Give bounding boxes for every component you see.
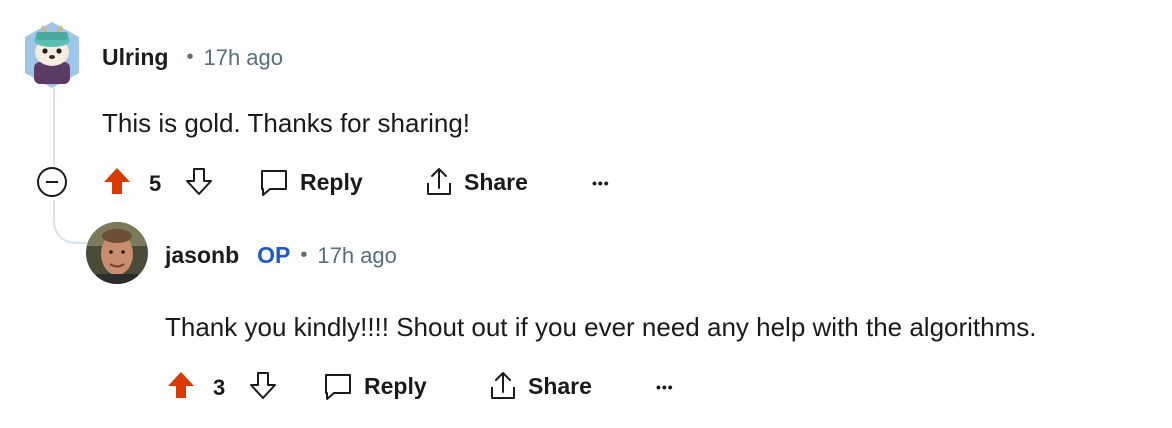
reply-button[interactable]: Reply — [258, 166, 363, 198]
upvote-arrow-icon — [168, 372, 194, 398]
avatar[interactable] — [22, 20, 82, 90]
reply-button[interactable]: Reply — [322, 370, 427, 402]
avatar[interactable] — [86, 222, 148, 284]
reply-label: Reply — [364, 372, 427, 399]
collapse-minus-icon — [37, 167, 67, 197]
comment-timestamp[interactable]: 17h ago — [317, 243, 397, 269]
otter-avatar-icon — [25, 22, 79, 88]
chat-bubble-icon — [325, 374, 351, 400]
chat-bubble-icon — [261, 170, 287, 196]
username[interactable]: jasonb — [165, 242, 239, 269]
op-badge: OP — [257, 242, 291, 268]
downvote-arrow-icon — [250, 372, 276, 399]
downvote-button[interactable] — [184, 166, 214, 196]
comment-body: Thank you kindly!!!! Shout out if you ev… — [165, 312, 1037, 342]
share-label: Share — [464, 168, 528, 195]
upvote-button[interactable] — [166, 370, 196, 400]
more-options-button[interactable]: ••• — [592, 176, 610, 190]
upvote-arrow-icon — [104, 168, 130, 194]
meta-separator: • — [186, 46, 194, 68]
comment-jasonb: jasonb OP • 17h ago Thank you kindly!!!!… — [0, 210, 1172, 428]
share-icon — [491, 372, 515, 399]
share-button[interactable]: Share — [424, 166, 528, 198]
share-icon — [427, 168, 451, 195]
username[interactable]: Ulring — [102, 44, 168, 71]
downvote-arrow-icon — [186, 168, 212, 195]
vote-count: 3 — [213, 375, 226, 400]
comment-ulring: Ulring • 17h ago This is gold. Thanks fo… — [0, 0, 1172, 210]
reply-label: Reply — [300, 168, 363, 195]
more-options-button[interactable]: ••• — [656, 380, 674, 394]
user-photo-avatar — [86, 222, 148, 284]
vote-count: 5 — [149, 171, 162, 196]
downvote-button[interactable] — [248, 370, 278, 400]
meta-separator: • — [300, 244, 308, 266]
comment-body: This is gold. Thanks for sharing! — [102, 108, 471, 138]
share-button[interactable]: Share — [488, 370, 592, 402]
upvote-button[interactable] — [102, 166, 132, 196]
share-label: Share — [528, 372, 592, 399]
collapse-thread-button[interactable] — [36, 166, 68, 198]
comment-timestamp[interactable]: 17h ago — [203, 45, 283, 71]
